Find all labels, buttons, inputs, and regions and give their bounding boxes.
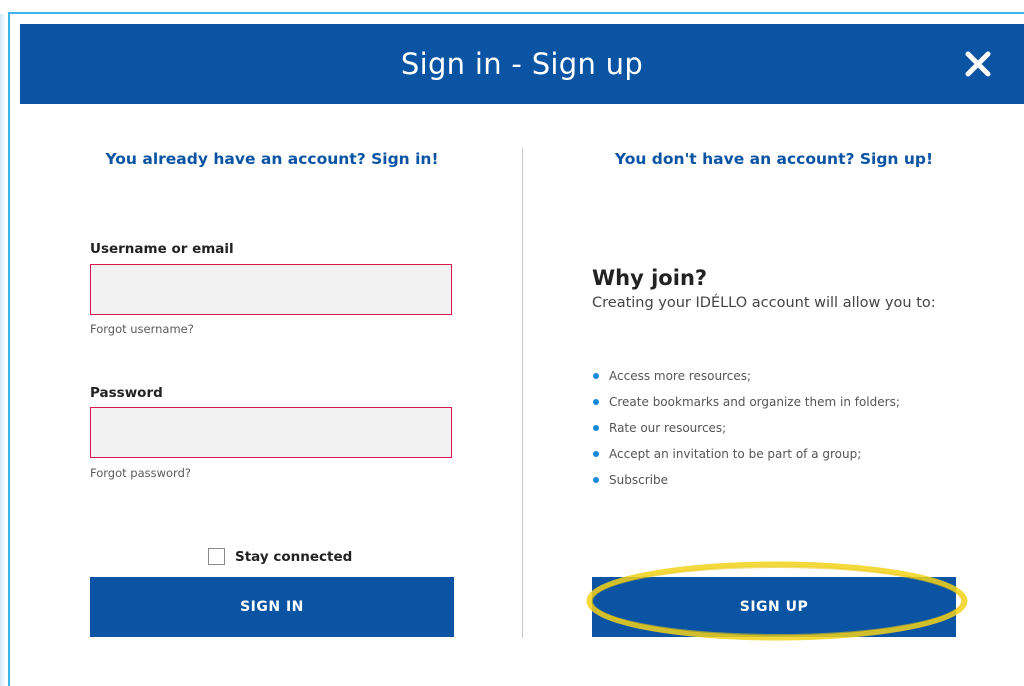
benefit-item: Rate our resources;	[592, 415, 900, 441]
username-input[interactable]	[90, 264, 452, 315]
column-divider	[522, 148, 523, 638]
benefit-item: Accept an invitation to be part of a gro…	[592, 441, 900, 467]
stay-connected-row: Stay connected	[208, 548, 352, 565]
frame-border-top	[8, 12, 1024, 14]
username-label: Username or email	[90, 241, 234, 257]
signup-button[interactable]: SIGN UP	[592, 577, 956, 637]
close-icon	[965, 51, 991, 77]
benefit-item: Create bookmarks and organize them in fo…	[592, 389, 900, 415]
password-label: Password	[90, 385, 163, 401]
bullet-icon	[593, 425, 599, 431]
bullet-icon	[593, 399, 599, 405]
stay-connected-label[interactable]: Stay connected	[235, 549, 352, 565]
bullet-icon	[593, 451, 599, 457]
why-join-title: Why join?	[592, 266, 708, 290]
benefits-list: Access more resources; Create bookmarks …	[592, 363, 900, 493]
signin-heading: You already have an account? Sign in!	[105, 150, 439, 168]
modal-header: Sign in - Sign up	[20, 24, 1024, 104]
signin-panel: You already have an account? Sign in! Us…	[90, 148, 454, 637]
signup-heading: You don't have an account? Sign up!	[614, 150, 934, 168]
forgot-username-link[interactable]: Forgot username?	[90, 322, 194, 336]
modal-title: Sign in - Sign up	[400, 47, 644, 81]
benefit-item: Subscribe	[592, 467, 900, 493]
password-input[interactable]	[90, 407, 452, 458]
signin-signup-modal: Sign in - Sign up You already have an ac…	[20, 24, 1024, 686]
bullet-icon	[593, 477, 599, 483]
close-button[interactable]	[960, 46, 996, 82]
bullet-icon	[593, 373, 599, 379]
frame-border-left	[8, 12, 10, 686]
signin-button[interactable]: SIGN IN	[90, 577, 454, 637]
window-edge	[0, 0, 6, 686]
forgot-password-link[interactable]: Forgot password?	[90, 466, 191, 480]
stay-connected-checkbox[interactable]	[208, 548, 225, 565]
benefit-item: Access more resources;	[592, 363, 900, 389]
why-join-description: Creating your IDÉLLO account will allow …	[592, 295, 936, 311]
signup-panel: You don't have an account? Sign up! Why …	[592, 148, 956, 637]
